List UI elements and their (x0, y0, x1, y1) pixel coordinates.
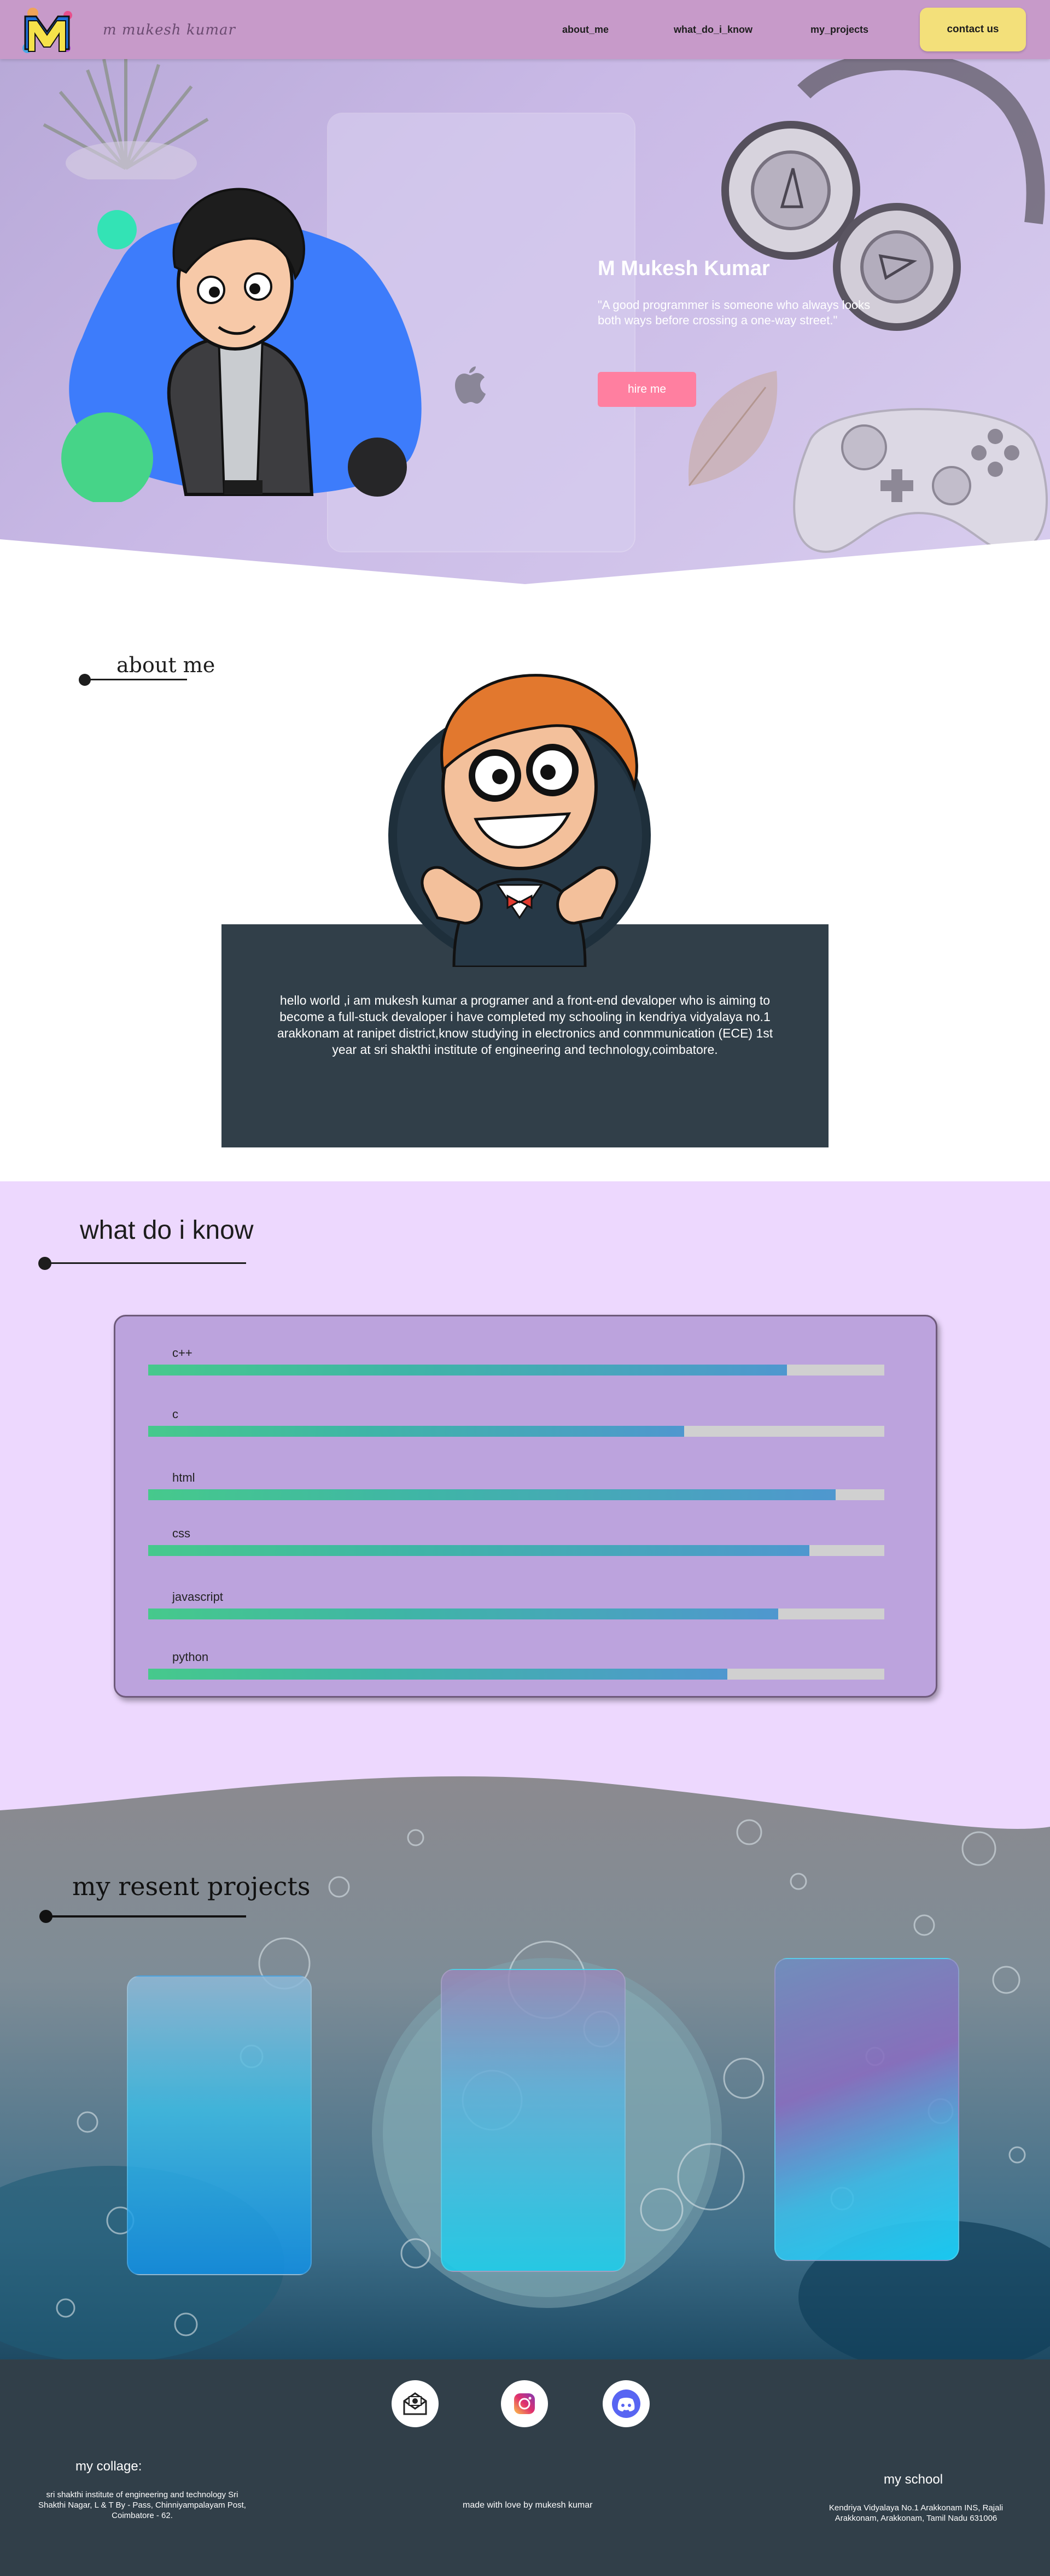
skills-heading: what do i know (80, 1216, 254, 1245)
hero-wave-divider (0, 539, 1050, 590)
brand-name: m mukesh kumar (103, 22, 236, 38)
skill-label: c++ (172, 1346, 192, 1360)
email-icon[interactable] (392, 2380, 439, 2427)
skill-progress-track (148, 1608, 884, 1619)
avatar-illustration (61, 188, 422, 502)
hero-quote: "A good programmer is someone who always… (598, 298, 871, 327)
skills-card: c++ c html css javascript python (114, 1315, 937, 1698)
skill-progress-track (148, 1489, 884, 1500)
hero-section: M Mukesh Kumar "A good programmer is som… (0, 59, 1050, 590)
project-card[interactable] (774, 1958, 959, 2261)
projects-heading: my resent projects (72, 1872, 311, 1901)
heading-underline (47, 1915, 246, 1918)
skill-progress-track (148, 1365, 884, 1376)
logo[interactable] (20, 5, 74, 56)
skill-label: python (172, 1650, 209, 1664)
skill-label: html (172, 1471, 195, 1484)
skill-progress-fill (148, 1669, 728, 1680)
about-section: about me hello world ,i am mukesh kumar … (0, 590, 1050, 1181)
nav-what-do-i-know[interactable]: what_do_i_know (674, 24, 752, 36)
skill-progress-track (148, 1545, 884, 1556)
nav-about-me[interactable]: about_me (562, 24, 609, 36)
about-text: hello world ,i am mukesh kumar a program… (277, 993, 773, 1057)
skill-row: html (148, 1471, 884, 1503)
skill-label: javascript (172, 1590, 223, 1604)
skill-label: c (172, 1407, 178, 1421)
skill-progress-fill (148, 1365, 788, 1376)
school-address: Kendriya Vidyalaya No.1 Arakkonam INS, R… (829, 2503, 1004, 2523)
plant-image (43, 59, 209, 179)
skill-label: css (172, 1526, 190, 1540)
heading-underline (46, 1262, 246, 1264)
projects-section: my resent projects (0, 1772, 1050, 2359)
nav-my-projects[interactable]: my_projects (810, 24, 868, 36)
skill-progress-track (148, 1669, 884, 1680)
footer: my collage: sri shakthi institute of eng… (0, 2359, 1050, 2576)
college-title: my collage: (75, 2459, 142, 2474)
skill-row: c++ (148, 1346, 884, 1379)
hero-name: M Mukesh Kumar (598, 257, 770, 280)
heading-underline (83, 679, 187, 680)
hire-me-button[interactable]: hire me (598, 372, 696, 407)
skill-row: javascript (148, 1590, 884, 1623)
teal-circle (97, 210, 137, 249)
project-card[interactable] (127, 1975, 312, 2275)
school-title: my school (884, 2472, 943, 2487)
skill-progress-fill (148, 1545, 809, 1556)
contact-us-button[interactable]: contact us (920, 8, 1026, 51)
green-circle (61, 412, 153, 502)
discord-icon[interactable] (603, 2380, 650, 2427)
skill-progress-fill (148, 1489, 836, 1500)
college-address: sri shakthi institute of engineering and… (38, 2490, 246, 2520)
skill-progress-fill (148, 1608, 779, 1619)
skill-progress-fill (148, 1426, 684, 1437)
skill-row: c (148, 1407, 884, 1440)
skill-progress-track (148, 1426, 884, 1437)
navbar: m mukesh kumar about_me what_do_i_know m… (0, 0, 1050, 59)
skill-row: css (148, 1526, 884, 1559)
project-card[interactable] (441, 1969, 626, 2272)
instagram-icon[interactable] (501, 2380, 548, 2427)
apple-logo-icon (455, 366, 486, 404)
skill-row: python (148, 1650, 884, 1683)
nerd-avatar-illustration (388, 674, 651, 967)
black-circle (348, 438, 407, 497)
about-heading: about me (116, 653, 215, 677)
made-with-text: made with love by mukesh kumar (463, 2501, 593, 2510)
skills-section: what do i know c++ c html css javascript… (0, 1181, 1050, 1772)
